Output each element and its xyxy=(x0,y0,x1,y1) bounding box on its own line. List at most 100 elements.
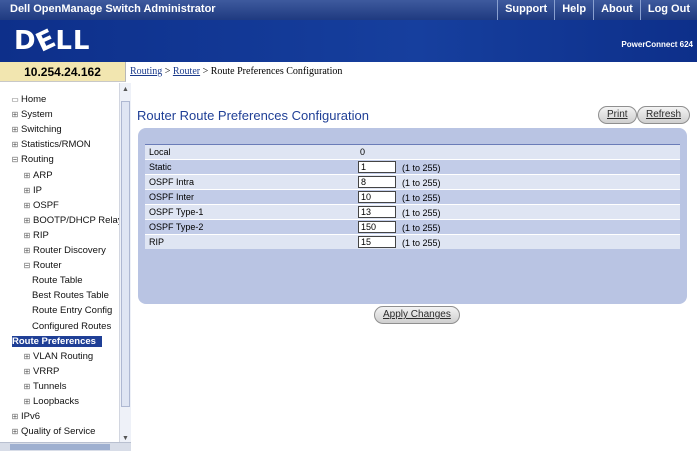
sidebar-item-label: VLAN Routing xyxy=(33,350,94,362)
expand-icon[interactable]: ⊞ xyxy=(22,382,32,391)
preference-input[interactable] xyxy=(358,236,396,248)
sidebar-item-tunnels[interactable]: ⊞ Tunnels xyxy=(22,380,67,392)
sidebar-item-route-preferences[interactable]: Route Preferences xyxy=(12,335,102,347)
sidebar-item-label: Best Routes Table xyxy=(32,290,109,302)
row-label: Local xyxy=(149,147,171,157)
expand-icon[interactable]: ⊞ xyxy=(22,367,32,376)
sidebar-item-label: Quality of Service xyxy=(21,426,96,438)
sidebar-item-router[interactable]: ⊟ Router xyxy=(22,260,62,271)
expand-icon[interactable]: ⊞ xyxy=(10,140,20,149)
expand-icon[interactable]: ⊞ xyxy=(22,352,32,361)
preferences-panel: Local 0 Static (1 to 255) OSPF Intra (1 to 25… xyxy=(138,128,687,304)
sidebar-vertical-scrollbar[interactable]: ▲ ▼ xyxy=(119,83,131,451)
range-hint: (1 to 255) xyxy=(402,238,441,248)
sidebar-item-configured-routes[interactable]: Configured Routes xyxy=(32,321,111,332)
expand-icon[interactable]: ⊞ xyxy=(22,171,32,180)
sidebar-item-label: OSPF xyxy=(33,199,59,211)
sidebar-item-vlan-routing[interactable]: ⊞ VLAN Routing xyxy=(22,350,94,362)
row-label: OSPF Type-1 xyxy=(149,207,204,217)
expand-icon[interactable]: ⊞ xyxy=(10,427,20,436)
navigation-tree: ▭ Home ⊞ System ⊞ Switching ⊞ Statistics/RMON ⊟ R… xyxy=(0,94,119,438)
preference-input[interactable] xyxy=(358,176,396,188)
preference-input[interactable] xyxy=(358,206,396,218)
app-title: Dell OpenManage Switch Administrator xyxy=(10,3,216,15)
collapse-icon[interactable]: ⊟ xyxy=(10,155,20,164)
dell-logo: DELL xyxy=(14,23,91,59)
scrollbar-thumb[interactable] xyxy=(121,101,130,407)
preference-input[interactable] xyxy=(358,161,396,173)
breadcrumb-current: Route Preferences Configuration xyxy=(210,66,343,77)
sidebar-item-home[interactable]: ▭ Home xyxy=(10,94,46,105)
expand-icon[interactable]: ⊞ xyxy=(22,231,32,240)
page-title: Router Route Preferences Configuration xyxy=(137,108,369,123)
expand-icon[interactable]: ⊞ xyxy=(22,201,32,210)
expand-icon[interactable]: ⊞ xyxy=(10,110,20,119)
sidebar-item-ipv6[interactable]: ⊞ IPv6 xyxy=(10,411,40,422)
range-hint: (1 to 255) xyxy=(402,163,441,173)
apply-changes-button[interactable]: Apply Changes xyxy=(374,306,460,324)
sidebar-item-statistics-rmon[interactable]: ⊞ Statistics/RMON xyxy=(10,139,91,150)
sidebar-item-label: Route Preferences xyxy=(12,335,96,347)
sidebar-item-router-discovery[interactable]: ⊞ Router Discovery xyxy=(22,245,106,256)
scroll-up-icon[interactable]: ▲ xyxy=(121,86,130,93)
sidebar-item-label: IP xyxy=(33,184,42,196)
refresh-button[interactable]: Refresh xyxy=(637,106,691,124)
sidebar-item-loopbacks[interactable]: ⊞ Loopbacks xyxy=(22,396,79,407)
log-out-link[interactable]: Log Out xyxy=(639,0,697,20)
sidebar-item-bootp-dhcp-relay[interactable]: ⊞ BOOTP/DHCP Relay xyxy=(22,215,119,226)
sidebar-item-routing[interactable]: ⊟ Routing xyxy=(10,154,54,165)
print-button[interactable]: Print xyxy=(598,106,637,124)
hscrollbar-thumb[interactable] xyxy=(10,444,110,450)
sidebar-item-rip[interactable]: ⊞ RIP xyxy=(22,230,49,241)
help-link[interactable]: Help xyxy=(554,0,593,20)
expand-icon[interactable]: ⊞ xyxy=(22,186,32,195)
row-label: OSPF Type-2 xyxy=(149,222,204,232)
sidebar-item-switching[interactable]: ⊞ Switching xyxy=(10,124,62,135)
sidebar-item-route-entry-config[interactable]: Route Entry Config xyxy=(32,305,112,316)
table-row: RIP (1 to 255) xyxy=(145,234,680,249)
preference-input[interactable] xyxy=(358,221,396,233)
row-label: RIP xyxy=(149,237,165,247)
expand-icon[interactable]: ⊞ xyxy=(22,216,32,225)
collapse-icon[interactable]: ⊟ xyxy=(22,261,32,270)
sidebar-item-label: RIP xyxy=(33,229,49,241)
expand-icon[interactable]: ⊞ xyxy=(22,246,32,255)
breadcrumb: Routing > Router > Route Preferences Con… xyxy=(130,66,342,77)
sidebar-horizontal-scrollbar[interactable] xyxy=(0,442,131,451)
sidebar-item-ip[interactable]: ⊞ IP xyxy=(22,185,42,196)
support-link[interactable]: Support xyxy=(497,0,554,20)
sidebar-item-label: Statistics/RMON xyxy=(21,139,91,151)
sidebar-item-label: Tunnels xyxy=(33,380,67,392)
breadcrumb-routing-link[interactable]: Routing xyxy=(130,66,162,77)
sidebar-item-label: System xyxy=(21,109,53,121)
home-icon[interactable]: ▭ xyxy=(10,95,20,104)
brand-band: DELL PowerConnect 624 xyxy=(0,20,697,62)
expand-icon[interactable]: ⊞ xyxy=(22,397,32,406)
about-link[interactable]: About xyxy=(593,0,640,20)
range-hint: (1 to 255) xyxy=(402,193,441,203)
sidebar-item-label: Switching xyxy=(21,124,62,136)
sidebar-item-vrrp[interactable]: ⊞ VRRP xyxy=(22,366,60,377)
switch-address: 10.254.24.162 xyxy=(0,62,126,82)
breadcrumb-router-link[interactable]: Router xyxy=(173,66,200,77)
sidebar-item-best-routes-table[interactable]: Best Routes Table xyxy=(32,290,109,301)
sidebar-item-label: BOOTP/DHCP Relay xyxy=(33,214,119,226)
sidebar-item-quality-of-service[interactable]: ⊞ Quality of Service xyxy=(10,426,96,438)
scroll-down-icon[interactable]: ▼ xyxy=(121,435,130,442)
sidebar-item-label: Router xyxy=(33,260,62,272)
preference-input[interactable] xyxy=(358,191,396,203)
table-row: OSPF Type-2 (1 to 255) xyxy=(145,219,680,234)
expand-icon[interactable]: ⊞ xyxy=(10,412,20,421)
row-label: OSPF Intra xyxy=(149,177,195,187)
sidebar-item-route-table[interactable]: Route Table xyxy=(32,275,83,286)
sidebar-item-system[interactable]: ⊞ System xyxy=(10,109,53,120)
sidebar-item-label: Loopbacks xyxy=(33,396,79,407)
row-label: Static xyxy=(149,162,172,172)
sidebar-item-arp[interactable]: ⊞ ARP xyxy=(22,170,53,181)
sidebar-item-ospf[interactable]: ⊞ OSPF xyxy=(22,200,59,211)
sidebar-item-label: Home xyxy=(21,94,47,105)
sidebar-item-label: Configured Routes xyxy=(32,320,112,332)
table-row: OSPF Intra (1 to 255) xyxy=(145,174,680,189)
sidebar: ▭ Home ⊞ System ⊞ Switching ⊞ Statistics/RMON ⊟ R… xyxy=(0,83,131,451)
expand-icon[interactable]: ⊞ xyxy=(10,125,20,134)
